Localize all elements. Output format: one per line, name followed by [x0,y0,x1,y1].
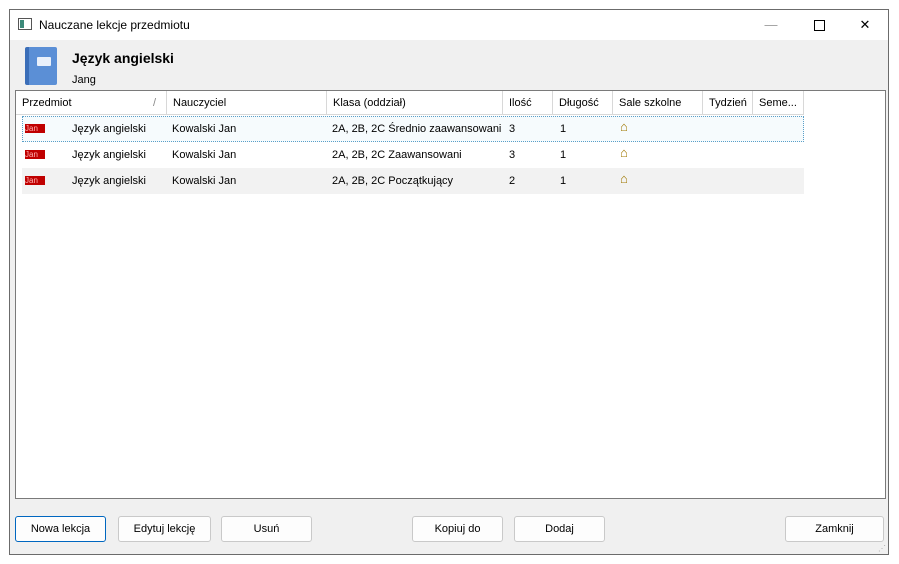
title-bar: Nauczane lekcje przedmiotu — ✕ [10,10,888,40]
cell-class: 2A, 2B, 2C Zaawansowani [332,149,462,161]
column-label: Sale szkolne [619,97,682,109]
add-button[interactable]: Dodaj [514,516,605,542]
sort-icon: / [152,97,156,109]
cell-subject: Język angielski [72,175,146,187]
cell-count: 2 [509,175,516,187]
cell-class: 2A, 2B, 2C Średnio zaawansowani [332,123,502,135]
table-row[interactable]: Jan Język angielski Kowalski Jan 2A, 2B,… [22,168,804,194]
cell-teacher: Kowalski Jan [172,149,237,161]
book-icon [25,47,57,85]
column-label: Ilość [509,97,532,109]
column-header-length[interactable]: Długość [553,91,613,115]
cell-length: 1 [560,175,567,187]
subject-short-name: Jang [72,74,96,86]
column-label: Przedmiot [22,97,72,109]
teacher-badge: Jan [25,150,45,159]
house-icon: ⌂ [620,119,628,134]
cell-subject: Język angielski [72,149,146,161]
column-label: Nauczyciel [173,97,227,109]
cell-class: 2A, 2B, 2C Początkujący [332,175,454,187]
column-label: Tydzień [709,97,747,109]
new-lesson-button[interactable]: Nowa lekcja [15,516,106,542]
table-row[interactable]: Jan Język angielski Kowalski Jan 2A, 2B,… [22,142,804,168]
maximize-icon [813,20,825,32]
cell-teacher: Kowalski Jan [172,123,237,135]
subject-title: Język angielski [72,50,174,66]
column-label: Seme... [759,97,797,109]
column-header-week[interactable]: Tydzień [703,91,753,115]
close-button[interactable]: Zamknij [785,516,884,542]
resize-grip-icon[interactable]: ⋰ [878,544,888,554]
column-header-teacher[interactable]: Nauczyciel [167,91,327,115]
cell-count: 3 [509,123,516,135]
house-icon: ⌂ [620,171,628,186]
column-header-rooms[interactable]: Sale szkolne [613,91,703,115]
table-row[interactable]: Jan Język angielski Kowalski Jan 2A, 2B,… [22,116,804,142]
maximize-button[interactable] [796,10,842,40]
teacher-badge: Jan [25,176,45,185]
cell-count: 3 [509,149,516,161]
close-window-button[interactable]: ✕ [842,10,888,40]
lessons-table[interactable]: Przedmiot / Nauczyciel Klasa (oddział) Il… [15,90,886,499]
cell-length: 1 [560,123,567,135]
teacher-badge: Jan [25,124,45,133]
column-label: Klasa (oddział) [333,97,406,109]
delete-button[interactable]: Usuń [221,516,312,542]
cell-teacher: Kowalski Jan [172,175,237,187]
edit-lesson-button[interactable]: Edytuj lekcję [118,516,211,542]
copy-to-button[interactable]: Kopiuj do [412,516,503,542]
column-header-semester[interactable]: Seme... [753,91,804,115]
house-icon: ⌂ [620,145,628,160]
column-header-class[interactable]: Klasa (oddział) [327,91,503,115]
minimize-button[interactable]: — [748,10,794,40]
cell-subject: Język angielski [72,123,146,135]
app-icon [18,18,32,30]
column-label: Długość [559,97,599,109]
column-header-subject[interactable]: Przedmiot / [16,91,167,115]
lessons-dialog: Nauczane lekcje przedmiotu — ✕ Język ang… [9,9,889,555]
cell-length: 1 [560,149,567,161]
window-title: Nauczane lekcje przedmiotu [39,18,190,32]
column-header-count[interactable]: Ilość [503,91,553,115]
